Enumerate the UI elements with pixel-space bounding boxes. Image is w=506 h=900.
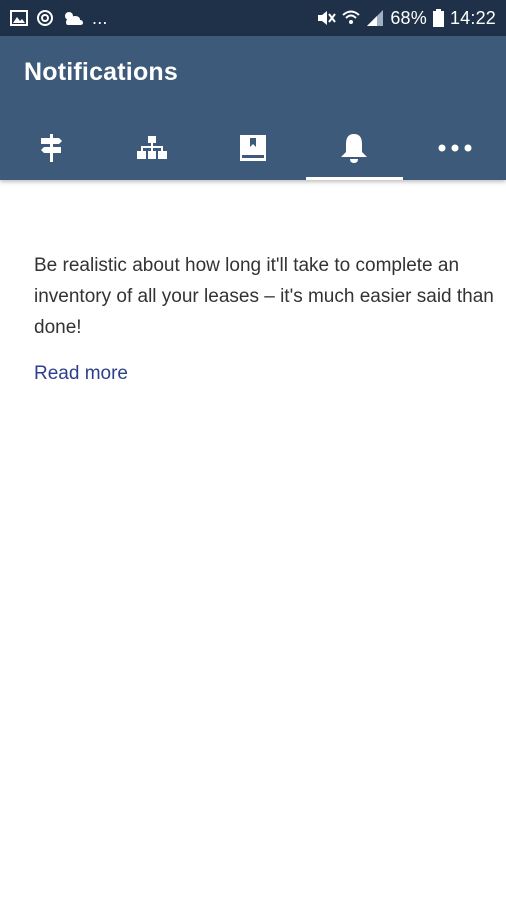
book-icon bbox=[240, 135, 266, 161]
app-bar: Notifications bbox=[0, 36, 506, 180]
notification-item: Be realistic about how long it'll take t… bbox=[34, 250, 494, 385]
bell-icon bbox=[340, 133, 368, 163]
status-right: 68% 14:22 bbox=[316, 8, 496, 29]
tab-notifications[interactable] bbox=[304, 116, 405, 180]
signpost-icon bbox=[39, 134, 63, 162]
sitemap-icon bbox=[136, 136, 168, 160]
clock: 14:22 bbox=[449, 7, 496, 28]
weather-icon bbox=[62, 10, 84, 26]
tab-bar bbox=[0, 116, 506, 180]
status-left: ... bbox=[10, 8, 108, 29]
tab-guide[interactable] bbox=[0, 116, 101, 180]
sync-icon bbox=[36, 9, 54, 27]
image-icon bbox=[10, 10, 28, 26]
battery-icon bbox=[432, 9, 444, 27]
tab-library[interactable] bbox=[202, 116, 303, 180]
status-overflow: ... bbox=[92, 7, 108, 28]
read-more-link[interactable]: Read more bbox=[34, 363, 128, 385]
battery-percent: 68% bbox=[390, 7, 427, 28]
more-icon bbox=[438, 144, 472, 152]
mute-icon bbox=[316, 9, 337, 27]
status-bar: ... 68% 14:22 bbox=[0, 0, 506, 36]
tab-more[interactable] bbox=[405, 116, 506, 180]
notification-text: Be realistic about how long it'll take t… bbox=[34, 255, 494, 338]
page-title: Notifications bbox=[24, 58, 178, 86]
tab-structure[interactable] bbox=[101, 116, 202, 180]
signal-icon bbox=[366, 9, 384, 27]
wifi-icon bbox=[342, 9, 360, 27]
